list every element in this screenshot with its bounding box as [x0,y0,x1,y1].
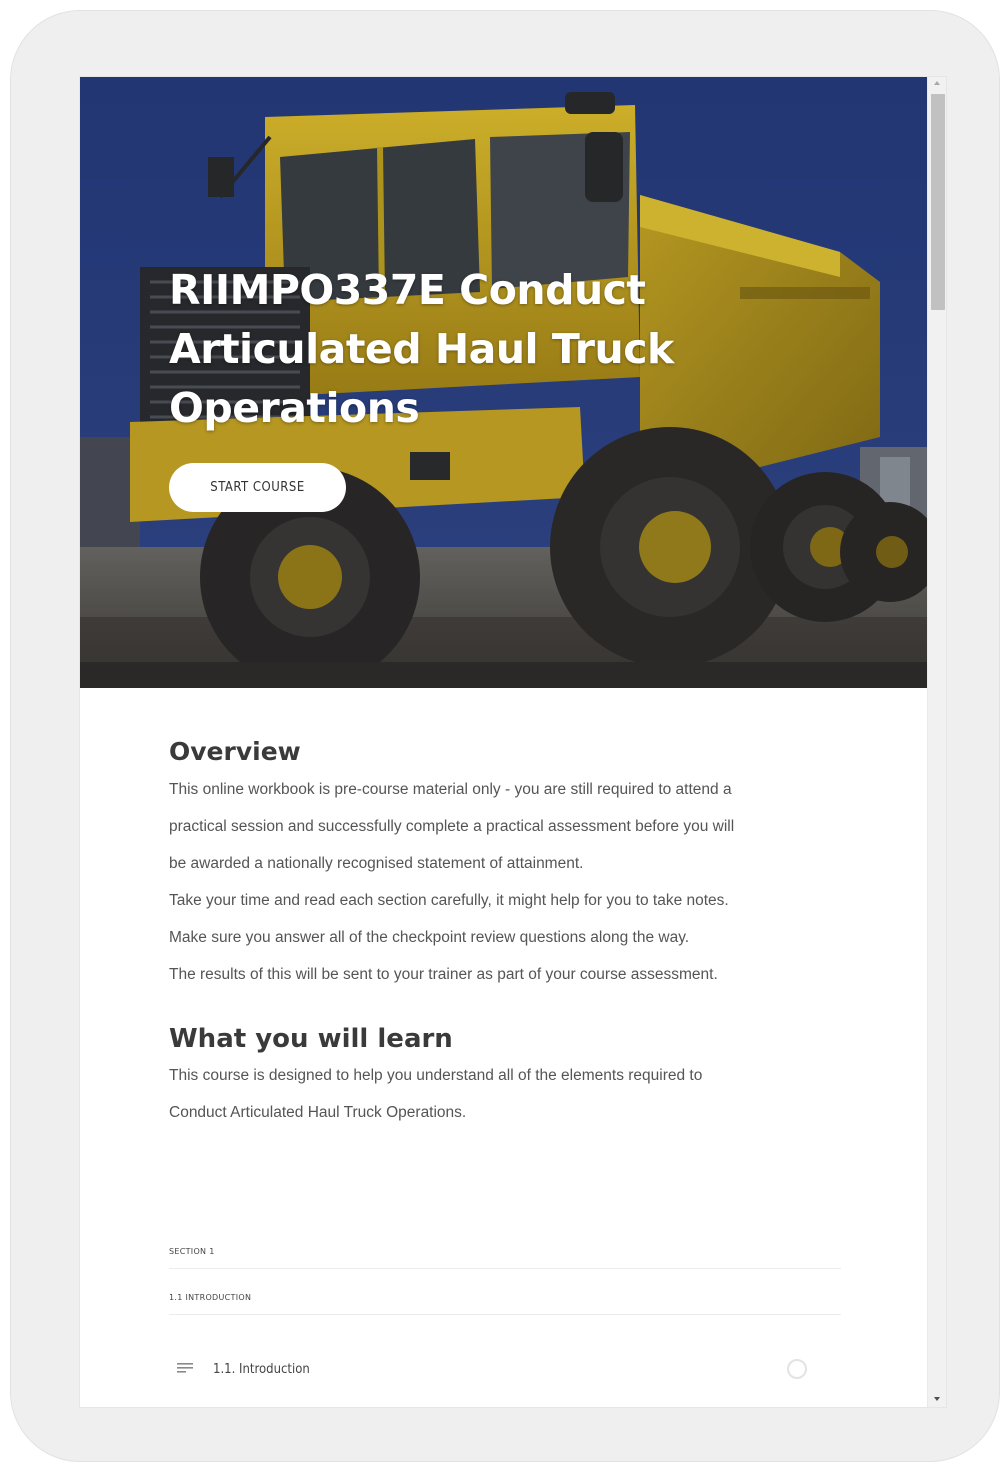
text-lines-icon [177,1363,193,1373]
scroll-up-arrow-icon[interactable] [934,81,940,85]
overview-line-6: The results of this will be sent to your… [169,966,718,983]
subsection-label: 1.1 INTRODUCTION [169,1293,252,1302]
course-description: Overview This online workbook is pre-cou… [169,737,841,1131]
overview-line-4: Take your time and read each section car… [169,892,729,909]
incomplete-circle-icon [787,1359,807,1379]
scroll-down-arrow-icon[interactable] [934,1397,940,1401]
subsection-header: 1.1 INTRODUCTION [169,1293,841,1315]
course-page: RIIMPO337E Conduct Articulated Haul Truc… [79,76,947,1408]
course-title-line-1: RIIMPO337E Conduct [169,266,646,314]
vertical-scrollbar[interactable] [927,77,946,1407]
learn-line-1: This course is designed to help you unde… [169,1067,703,1084]
course-title-line-2: Articulated Haul Truck [169,325,674,373]
overview-line-5: Make sure you answer all of the checkpoi… [169,929,690,946]
section-header: SECTION 1 [169,1247,841,1269]
lesson-item[interactable]: 1.1. Introduction [169,1351,841,1387]
overview-heading: Overview [169,737,301,766]
overview-line-3: be awarded a nationally recognised state… [169,855,584,872]
start-course-button[interactable]: START COURSE [169,463,346,512]
course-title: RIIMPO337E Conduct Articulated Haul Truc… [169,261,729,438]
overview-text: This online workbook is pre-course mater… [169,771,841,993]
course-hero: RIIMPO337E Conduct Articulated Haul Truc… [80,77,927,688]
section-label: SECTION 1 [169,1247,215,1256]
lesson-label: 1.1. Introduction [213,1361,310,1377]
course-title-line-3: Operations [169,384,420,432]
overview-line-2: practical session and successfully compl… [169,818,735,835]
learn-line-2: Conduct Articulated Haul Truck Operation… [169,1104,467,1121]
learn-text: This course is designed to help you unde… [169,1057,841,1131]
overview-line-1: This online workbook is pre-course mater… [169,781,732,798]
what-you-will-learn-heading: What you will learn [169,1024,453,1054]
scroll-thumb[interactable] [931,94,945,310]
